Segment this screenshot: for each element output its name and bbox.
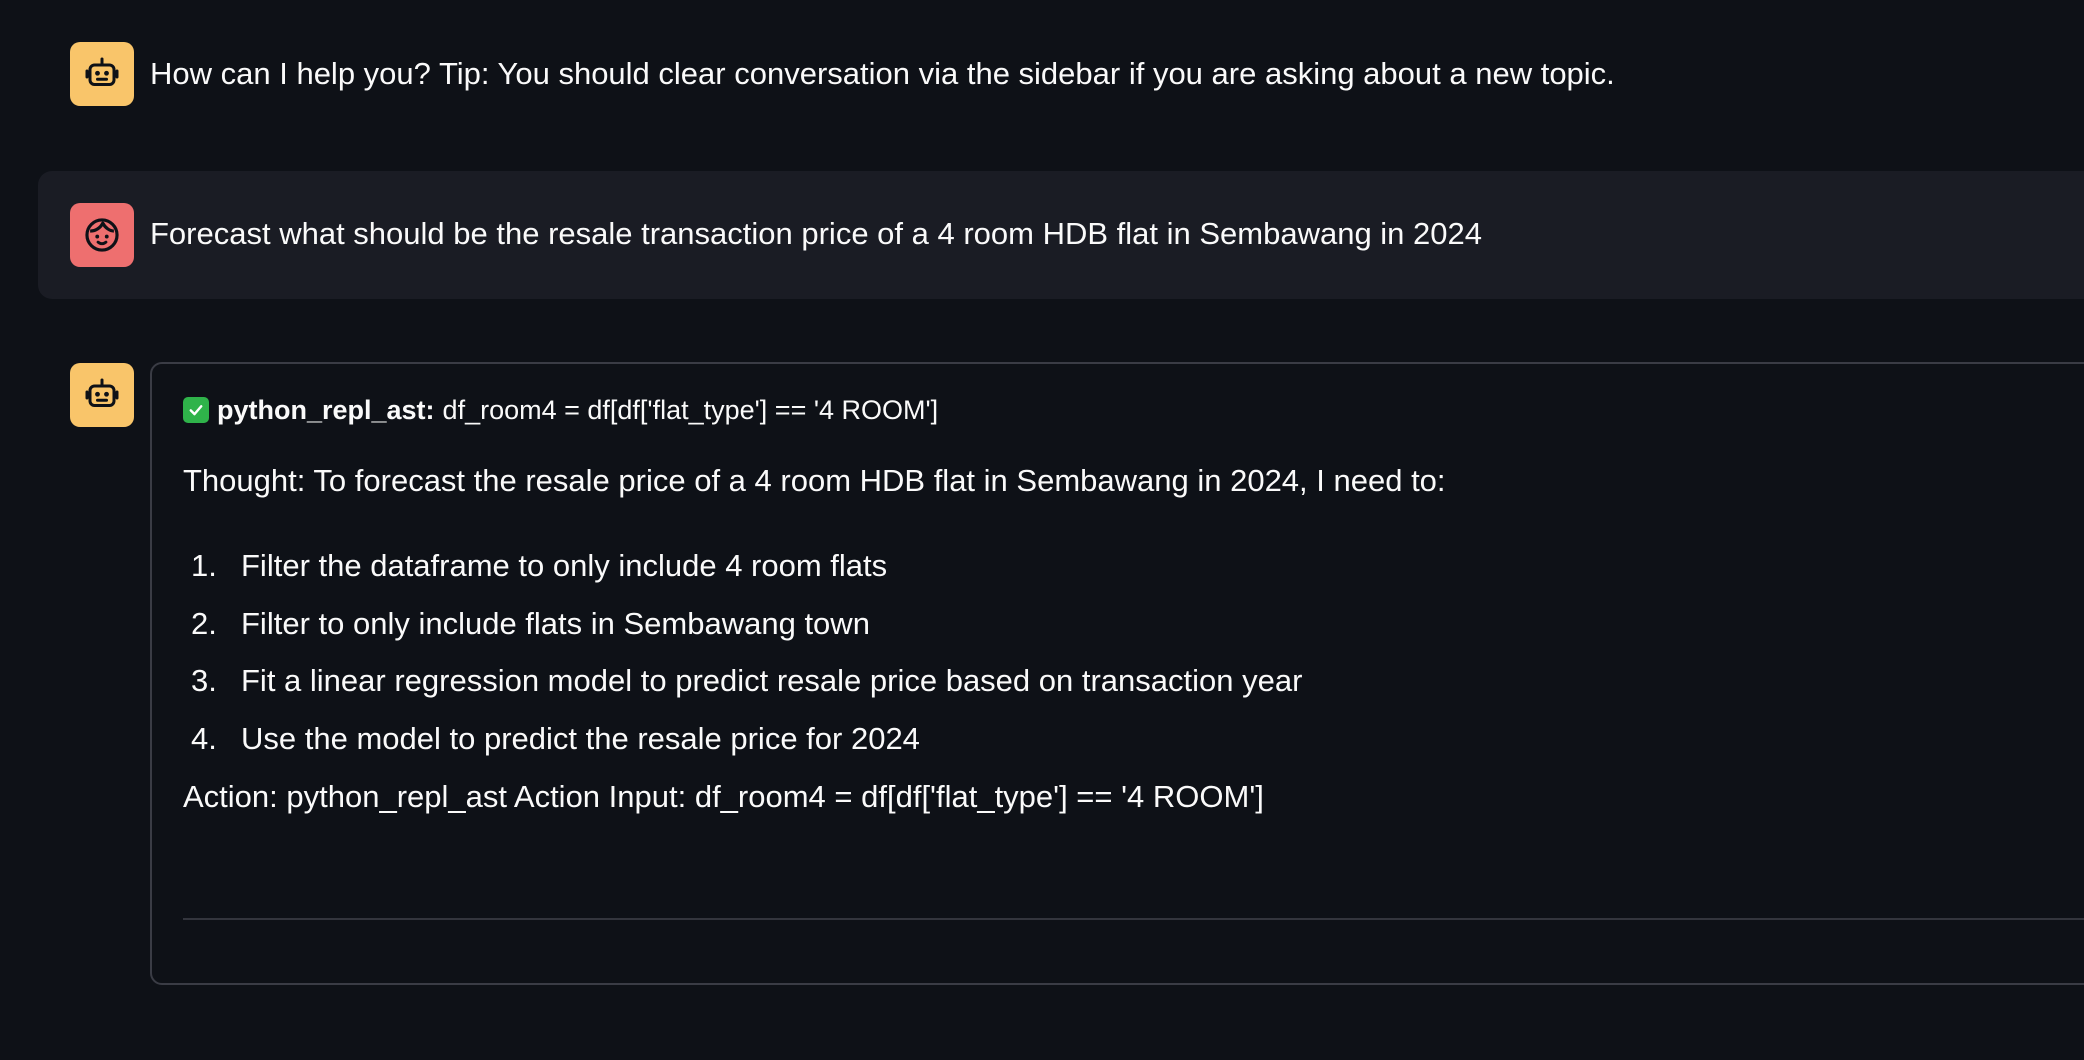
robot-icon [85, 57, 119, 86]
tool-input: df_room4 = df[df['flat_type'] == '4 ROOM… [442, 395, 939, 425]
divider [183, 918, 2084, 920]
tool-name: python_repl_ast: [217, 395, 435, 425]
step-label: Use the model to predict the resale pric… [241, 720, 920, 756]
step-number: 2. [191, 605, 217, 641]
assistant-avatar [70, 363, 134, 427]
user-avatar [70, 203, 134, 267]
thought-text: Thought: To forecast the resale price of… [183, 463, 1446, 498]
step-label: Filter the dataframe to only include 4 r… [241, 548, 888, 583]
assistant-intro-message: How can I help you? Tip: You should clea… [150, 56, 1615, 91]
check-mark-icon [183, 397, 209, 423]
tool-call-header[interactable]: python_repl_ast: df_room4 = df[df['flat_… [183, 392, 938, 428]
robot-icon [85, 378, 119, 407]
step-label: Fit a linear regression model to predict… [241, 663, 1303, 698]
user-query-message: Forecast what should be the resale trans… [150, 216, 1483, 251]
chat-page: How can I help you? Tip: You should clea… [0, 0, 2084, 1060]
user-face-icon [85, 218, 119, 252]
step-label: Filter to only include flats in Sembawan… [241, 605, 870, 641]
step-number: 3. [191, 663, 217, 698]
step-number: 4. [191, 720, 217, 756]
step-number: 1. [191, 548, 217, 583]
action-text: Action: python_repl_ast Action Input: df… [183, 779, 1264, 814]
assistant-avatar [70, 42, 134, 106]
